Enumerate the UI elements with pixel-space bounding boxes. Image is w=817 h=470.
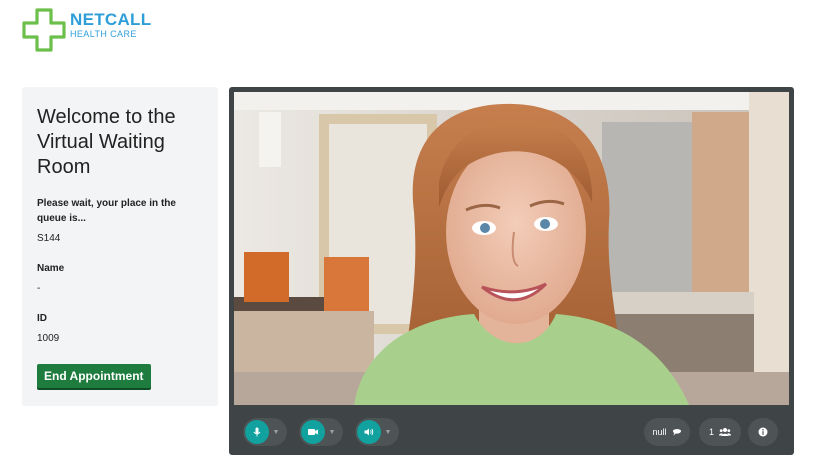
microphone-icon [253,427,261,437]
camera-options-chevron-down-icon[interactable]: ▼ [325,420,339,444]
brand-name: NETCALL [70,10,152,29]
users-icon [719,428,731,436]
name-value: - [37,283,41,294]
speaker-options-chevron-down-icon[interactable]: ▼ [381,420,395,444]
health-cross-icon [22,8,66,52]
video-feed [234,92,789,405]
brand-subtitle: HEALTH CARE [70,29,137,39]
speaker-button[interactable] [357,420,381,444]
microphone-button[interactable] [245,420,269,444]
camera-button[interactable] [301,420,325,444]
netcall-logo: NETCALL HEALTH CARE [22,8,151,52]
page-title: Welcome to the Virtual Waiting Room [37,106,176,178]
video-container: ▼ ▼ ▼ null 1 [229,87,794,455]
queue-label: Please wait, your place in the queue is.… [37,198,176,224]
end-appointment-button[interactable]: End Appointment [37,364,151,388]
id-label: ID [37,313,47,324]
speaker-control: ▼ [355,418,399,446]
chat-label: null [652,427,667,437]
speaker-icon [364,428,374,436]
chat-button[interactable]: null [644,418,690,446]
page: NETCALL HEALTH CARE Welcome to the Virtu… [0,0,817,470]
video-controls-bar: ▼ ▼ ▼ null 1 [229,410,794,455]
video-camera-icon [308,429,318,435]
microphone-control: ▼ [243,418,287,446]
chat-bubble-icon [672,429,681,436]
info-icon [758,427,768,437]
queue-position: S144 [37,233,61,244]
info-button[interactable] [748,418,778,446]
microphone-options-chevron-down-icon[interactable]: ▼ [269,420,283,444]
participants-button[interactable]: 1 [699,418,741,446]
id-value: 1009 [37,333,60,344]
participants-count: 1 [708,427,714,437]
video-frame-image [234,92,789,405]
camera-control: ▼ [299,418,343,446]
waiting-room-panel: Welcome to the Virtual Waiting Room Plea… [22,87,218,406]
name-label: Name [37,263,65,274]
